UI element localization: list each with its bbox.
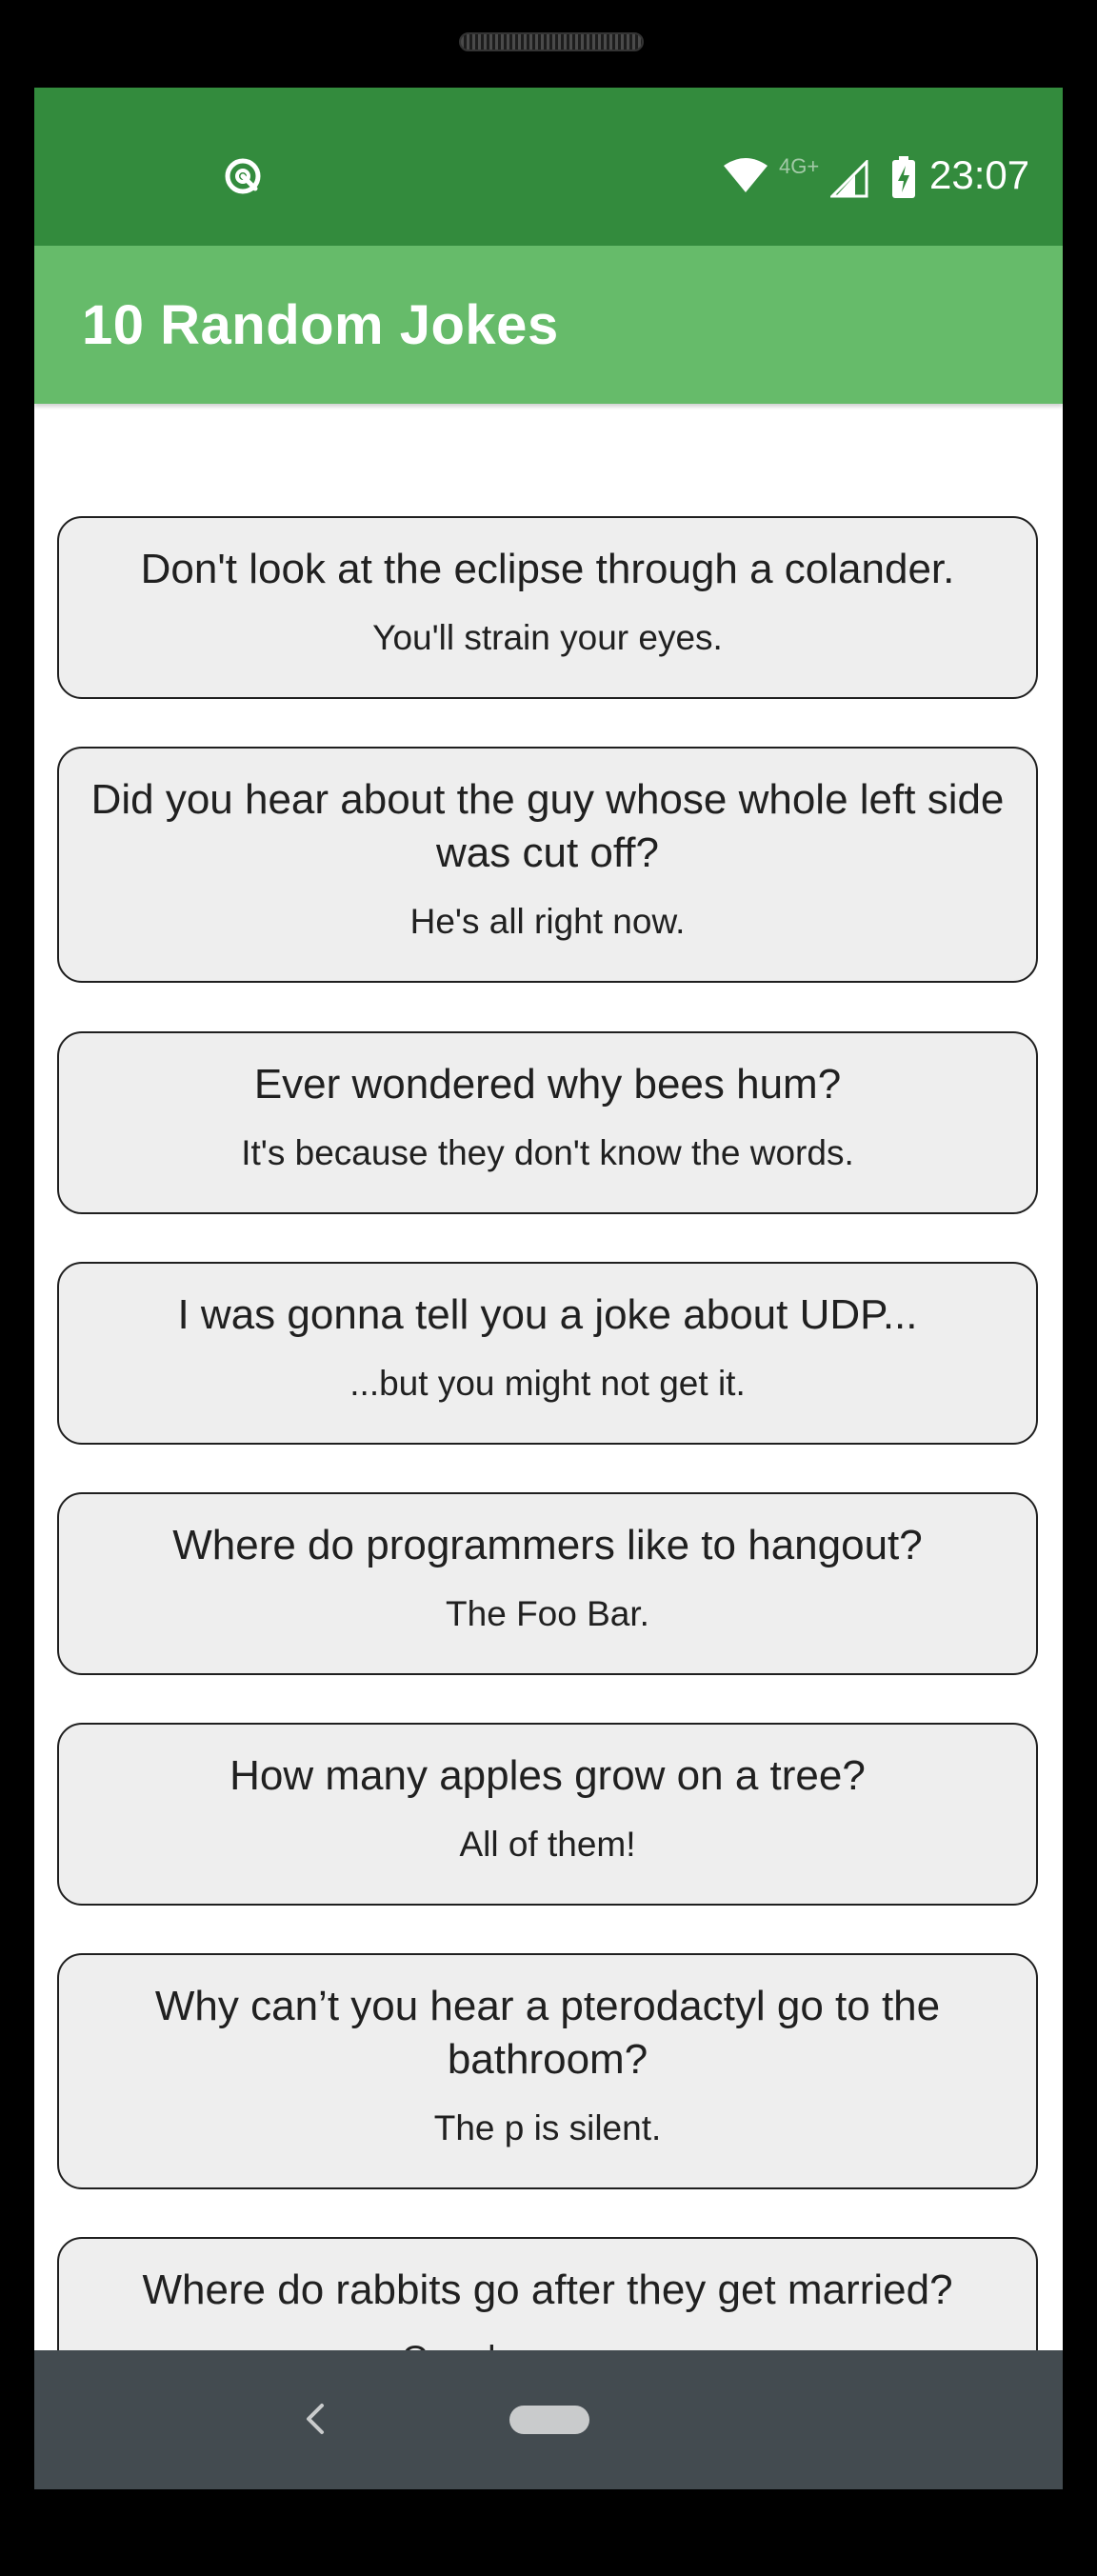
jokes-list[interactable]: Don't look at the eclipse through a cola… [34,404,1063,2438]
wifi-icon [724,158,768,192]
navigation-bar [34,2350,1063,2489]
network-type-label: 4G+ [779,154,820,178]
joke-punchline: It's because they don't know the words. [241,1133,854,1172]
joke-setup: Where do rabbits go after they get marri… [142,2266,953,2313]
app-bar: 10 Random Jokes [34,246,1063,404]
joke-punchline: All of them! [459,1825,636,1864]
joke-punchline: The p is silent. [433,2108,662,2147]
joke-punchline: He's all right now. [409,902,686,941]
joke-setup: Ever wondered why bees hum? [253,1061,842,1108]
home-pill[interactable] [509,2406,589,2434]
joke-card[interactable]: Don't look at the eclipse through a cola… [57,516,1038,699]
joke-punchline: You'll strain your eyes. [372,618,723,657]
battery-charging-icon [892,156,915,198]
joke-setup: Where do programmers like to hangout? [172,1522,923,1568]
cell-signal-icon [830,160,868,198]
page-title: 10 Random Jokes [82,294,559,356]
app-notification-icon [225,158,261,194]
joke-setup: How many apples grow on a tree? [229,1752,866,1799]
joke-card[interactable]: Where do programmers like to hangout? Th… [57,1492,1038,1675]
joke-setup: Don't look at the eclipse through a cola… [140,546,955,592]
joke-setup: I was gonna tell you a joke about UDP... [177,1291,918,1338]
speaker-grille [459,32,644,51]
status-bar: 4G+ 23:07 [34,88,1063,246]
joke-card[interactable]: Did you hear about the guy whose whole l… [57,747,1038,983]
phone-frame: 4G+ 23:07 10 Random Jokes Don't look at … [0,0,1097,2576]
joke-card[interactable]: I was gonna tell you a joke about UDP...… [57,1262,1038,1445]
joke-setup: Why can’t you hear a pterodactyl go to t… [154,1983,941,2083]
status-time: 23:07 [929,152,1030,197]
joke-card[interactable]: How many apples grow on a tree? All of t… [57,1723,1038,1906]
joke-punchline: ...but you might not get it. [349,1364,746,1403]
joke-card[interactable]: Ever wondered why bees hum? It's because… [57,1031,1038,1214]
back-icon[interactable] [297,2400,331,2438]
joke-card[interactable]: Why can’t you hear a pterodactyl go to t… [57,1953,1038,2189]
screen: 4G+ 23:07 10 Random Jokes Don't look at … [34,88,1063,2489]
joke-setup: Did you hear about the guy whose whole l… [90,776,1005,876]
joke-punchline: The Foo Bar. [446,1594,649,1633]
